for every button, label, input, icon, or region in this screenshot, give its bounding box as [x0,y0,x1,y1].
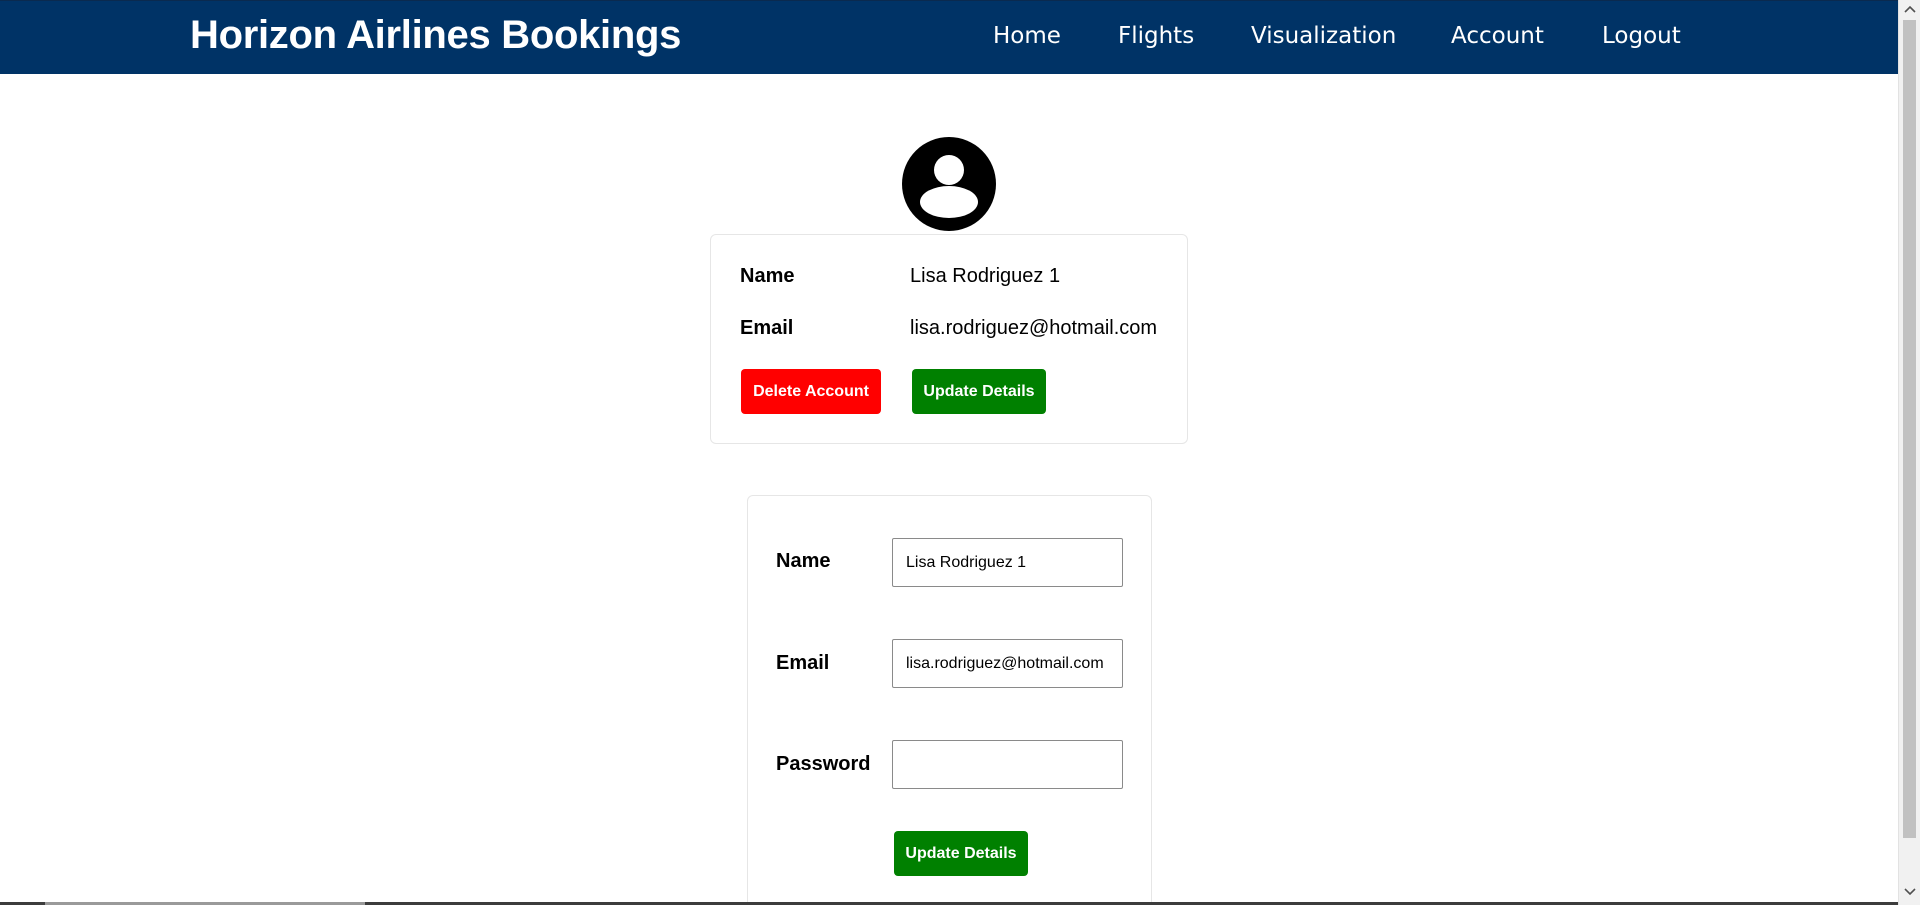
delete-account-button[interactable]: Delete Account [741,369,881,414]
chevron-up-icon[interactable] [1899,0,1920,18]
page: Horizon Airlines Bookings Home Flights V… [0,0,1920,905]
password-input[interactable] [892,740,1123,789]
top-navbar: Horizon Airlines Bookings Home Flights V… [0,0,1898,74]
nav-account-link[interactable]: Account [1451,23,1544,49]
profile-email-label: Email [740,317,794,339]
nav-visualization-link[interactable]: Visualization [1251,23,1396,49]
profile-name-value: Lisa Rodriguez 1 [910,265,1061,287]
scrollbar-thumb[interactable] [1903,20,1916,838]
profile-name-label: Name [740,265,795,287]
submit-update-button[interactable]: Update Details [894,831,1028,876]
form-name-label: Name [776,550,831,572]
nav-home-link[interactable]: Home [993,23,1061,49]
update-details-button[interactable]: Update Details [912,369,1046,414]
nav-links: Home Flights Visualization Account Logou… [0,23,1898,55]
form-email-label: Email [776,652,830,674]
name-input[interactable] [892,538,1123,587]
chevron-down-icon[interactable] [1899,883,1920,901]
form-password-label: Password [776,753,871,775]
nav-flights-link[interactable]: Flights [1118,23,1194,49]
email-input[interactable] [892,639,1123,688]
nav-logout-link[interactable]: Logout [1602,23,1681,49]
update-details-form: Name Email Password Update Details [747,495,1152,905]
profile-summary-card: Name Lisa Rodriguez 1 Email lisa.rodrigu… [710,234,1188,444]
vertical-scrollbar[interactable] [1898,0,1920,905]
profile-email-value: lisa.rodriguez@hotmail.com [910,317,1158,339]
user-circle-icon [902,137,996,231]
